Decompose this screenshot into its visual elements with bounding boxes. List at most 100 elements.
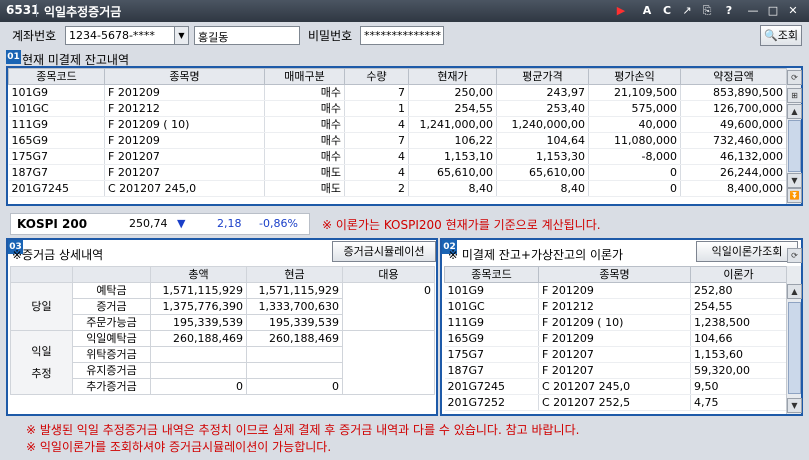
- search-button[interactable]: 🔍조회: [760, 25, 802, 46]
- cell: C 201207 252,5: [538, 394, 691, 411]
- copy-icon[interactable]: C: [660, 4, 674, 18]
- cell: 1,571,115,929: [150, 282, 247, 299]
- window-list-icon[interactable]: ⎘: [700, 4, 714, 18]
- cell: 매수: [264, 100, 345, 117]
- cell: 11,080,000: [588, 132, 681, 149]
- margin-simulation-button[interactable]: 증거금시뮬레이션: [332, 241, 436, 262]
- col-header[interactable]: 매매구분: [264, 68, 345, 85]
- table-header-row: 총액 현금 대용: [10, 266, 435, 283]
- cell: 1,333,700,630: [246, 298, 343, 315]
- minimize-icon[interactable]: —: [746, 4, 760, 18]
- table-row[interactable]: 101GC F 201212 매수 1 254,55 253,40 575,000 126,7…: [8, 100, 787, 117]
- refresh-icon[interactable]: ⟳: [787, 70, 802, 85]
- table-row[interactable]: 111G9 F 201209 ( 10) 1,238,500: [444, 314, 787, 331]
- row-label: 익일예탁금: [72, 330, 151, 347]
- kospi-change: 2,18: [217, 217, 242, 230]
- col-header[interactable]: 종목명: [538, 266, 691, 283]
- cell: 104,66: [690, 330, 787, 347]
- col-header[interactable]: 종목코드: [444, 266, 539, 283]
- table-row[interactable]: 187G7 F 201207 59,320,00: [444, 362, 787, 379]
- close-icon[interactable]: ✕: [786, 4, 800, 18]
- popout-icon[interactable]: ↗: [680, 4, 694, 18]
- table-row[interactable]: 101G9 F 201209 매수 7 250,00 243,97 21,109,500 85…: [8, 84, 787, 101]
- corner-header: [10, 266, 73, 283]
- theory-price-query-button[interactable]: 익일이론가조회: [696, 241, 798, 262]
- account-dropdown-button[interactable]: ▼: [174, 26, 189, 45]
- table-row[interactable]: 201G7245 C 201207 245,0 9,50: [444, 378, 787, 395]
- col-header[interactable]: 종목코드: [8, 68, 105, 85]
- col-header[interactable]: 종목명: [104, 68, 265, 85]
- cell: -8,000: [588, 148, 681, 165]
- table-header-row: 종목코드 종목명 이론가: [444, 266, 787, 283]
- password-field[interactable]: **************: [360, 26, 444, 45]
- cell: 250,00: [408, 84, 497, 101]
- refresh-icon[interactable]: ⟳: [787, 248, 802, 263]
- cell: 26,244,000: [680, 164, 787, 181]
- account-number-field[interactable]: 1234-5678-****: [65, 26, 175, 45]
- font-size-icon[interactable]: A: [640, 4, 654, 18]
- cell: 9,50: [690, 378, 787, 395]
- kospi-rate: -0,86%: [259, 217, 298, 230]
- maximize-icon[interactable]: □: [766, 4, 780, 18]
- cell: F 201207: [104, 148, 265, 165]
- cell: 0: [246, 378, 343, 395]
- cell: 7: [344, 132, 409, 149]
- cell: F 201209: [104, 132, 265, 149]
- group-today: 당일: [10, 282, 73, 331]
- cell: 8,40: [408, 180, 497, 197]
- col-header[interactable]: 현재가: [408, 68, 497, 85]
- cell: 853,890,500: [680, 84, 787, 101]
- scroll-thumb[interactable]: [788, 120, 801, 172]
- table-row[interactable]: 101GC F 201212 254,55: [444, 298, 787, 315]
- col-header[interactable]: 평가손익: [588, 68, 681, 85]
- password-label: 비밀번호: [308, 29, 353, 43]
- scroll-up-icon[interactable]: ▲: [787, 284, 802, 299]
- cell: 59,320,00: [690, 362, 787, 379]
- margin-detail-table: 총액 현금 대용 당일 예탁금 1,571,115,929 1,571,115,…: [10, 266, 435, 395]
- cell: 253,40: [496, 100, 589, 117]
- table-row[interactable]: 201G7252 C 201207 252,5 4,75: [444, 394, 787, 411]
- cell: 매도: [264, 180, 345, 197]
- cell: 4,75: [690, 394, 787, 411]
- scroll-down-icon[interactable]: ▼: [787, 398, 802, 413]
- cell: [150, 362, 247, 379]
- group-next-day: 익일 추정: [10, 330, 73, 395]
- scroll-end-icon[interactable]: ⏬: [787, 188, 802, 203]
- cell: 175G7: [444, 346, 539, 363]
- table-row[interactable]: 111G9 F 201209 ( 10) 매수 4 1,241,000,00 1,240,…: [8, 116, 787, 133]
- group-next-day-label: 익일: [31, 344, 52, 358]
- scroll-thumb[interactable]: [788, 302, 801, 394]
- section1-badge: 01: [6, 50, 21, 64]
- scroll-down-icon[interactable]: ▼: [787, 173, 802, 188]
- cell: 1,153,60: [690, 346, 787, 363]
- section2-scrollbar[interactable]: ⟳ ▲ ▼: [786, 248, 802, 414]
- col-header[interactable]: 약정금액: [680, 68, 787, 85]
- table-row[interactable]: 175G7 F 201207 1,153,60: [444, 346, 787, 363]
- cell: 195,339,539: [150, 314, 247, 331]
- table-row[interactable]: 175G7 F 201207 매수 4 1,153,10 1,153,30 -8,000 46…: [8, 148, 787, 165]
- cell: 65,610,00: [496, 164, 589, 181]
- col-header[interactable]: 수량: [344, 68, 409, 85]
- cell: C 201207 245,0: [538, 378, 691, 395]
- play-icon[interactable]: ▶: [614, 4, 628, 18]
- screen-code: 6531: [6, 3, 40, 17]
- kospi-value: 250,74: [129, 217, 168, 230]
- row-label: 추가증거금: [72, 378, 151, 395]
- search-icon: 🔍: [764, 29, 778, 42]
- cell: 195,339,539: [246, 314, 343, 331]
- section1-scrollbar[interactable]: ⟳ ⊞ ▲ ▼ ⏬: [786, 68, 802, 204]
- cell: 1,375,776,390: [150, 298, 247, 315]
- expand-icon[interactable]: ⊞: [787, 88, 802, 103]
- table-row[interactable]: 201G7245 C 201207 245,0 매도 2 8,40 8,40 0 8,400,…: [8, 180, 787, 197]
- col-header[interactable]: 이론가: [690, 266, 787, 283]
- help-icon[interactable]: ?: [722, 4, 736, 18]
- table-row[interactable]: 165G9 F 201209 104,66: [444, 330, 787, 347]
- table-row[interactable]: 165G9 F 201209 매수 7 106,22 104,64 11,080,000 73…: [8, 132, 787, 149]
- cell: F 201207: [538, 346, 691, 363]
- scroll-up-icon[interactable]: ▲: [787, 104, 802, 119]
- col-header[interactable]: 평균가격: [496, 68, 589, 85]
- table-row[interactable]: 101G9 F 201209 252,80: [444, 282, 787, 299]
- cell: 260,188,469: [150, 330, 247, 347]
- table-row[interactable]: 187G7 F 201207 매도 4 65,610,00 65,610,00 0 26,24…: [8, 164, 787, 181]
- cell: 254,55: [690, 298, 787, 315]
